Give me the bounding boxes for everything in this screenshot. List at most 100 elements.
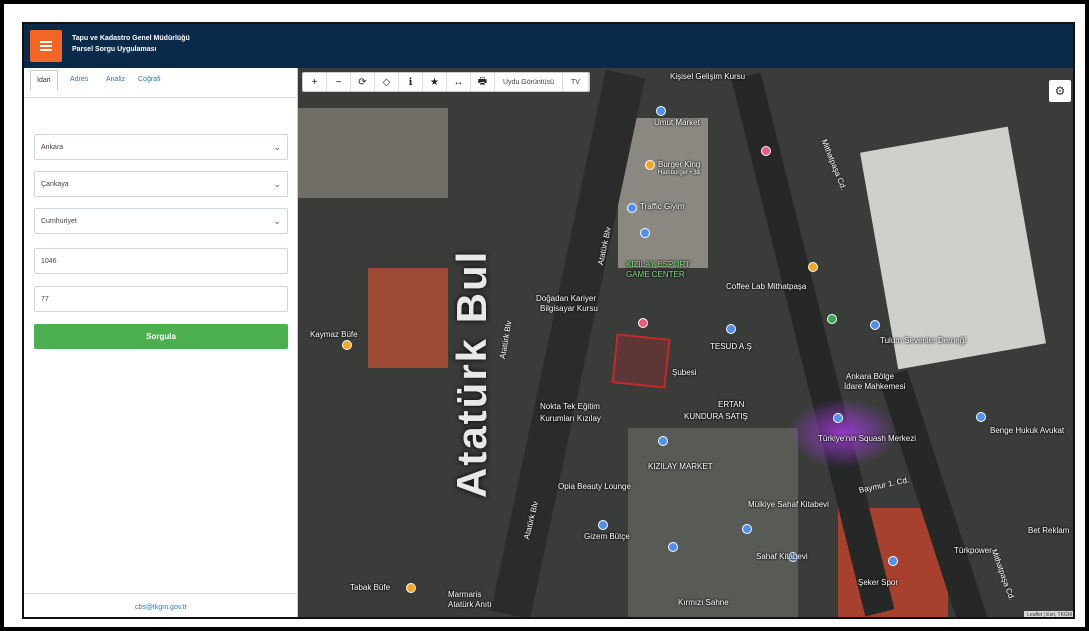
map-pin-icon[interactable] [598,520,608,530]
locate-icon[interactable]: ◇ [375,73,399,91]
app-title-line2: Parsel Sorgu Uygulaması [72,46,157,53]
map-pin-icon[interactable] [645,160,655,170]
street-label-baymur: Baymur 1. Cd. [858,475,910,495]
tab-idari[interactable]: İdari [30,70,58,91]
poi-label: Coffee Lab Mithatpaşa [726,282,807,291]
block-input[interactable]: 1046 [34,248,288,274]
screenshot-frame: Tapu ve Kadastro Genel Müdürlüğü Parsel … [0,0,1089,631]
map-pin-icon[interactable] [726,324,736,334]
poi-label: Atatürk Anıtı [448,600,492,609]
map-pin-icon[interactable] [658,436,668,446]
zoom-in-button[interactable]: + [303,73,327,91]
print-icon[interactable]: 🖶 [471,73,495,91]
poi-label: Kurumları Kızılay [540,414,601,423]
map-pin-icon[interactable] [742,524,752,534]
map-pin-icon[interactable] [406,583,416,593]
poi-label: Bet Reklam [1028,526,1070,535]
poi-label: Kaymaz Büfe [310,330,358,339]
map-pin-icon[interactable] [668,542,678,552]
map-pin-icon[interactable] [761,146,771,156]
street-label-ataturk-bul: Atatürk Bul [448,249,495,498]
poi-label: Marmaris [448,590,482,599]
poi-label: Bilgisayar Kursu [540,304,598,313]
map-pin-icon[interactable] [827,314,837,324]
sidebar-tabs: İdari Adres Analiz Coğrafi [24,68,298,98]
map-pin-icon[interactable] [976,412,986,422]
poi-label: KIZILAY MARKET [648,462,713,471]
poi-label: Kırmızı Sahne [678,598,729,607]
measure-icon[interactable]: ↔ [447,73,471,91]
menu-icon [40,45,52,47]
poi-label: GAME CENTER [626,270,685,279]
poi-label: Türkpower [954,546,992,555]
poi-label: Nokta Tek Eğitim [540,402,600,411]
poi-label: Umut Market [654,118,700,127]
poi-label: Şeker Spor [858,578,899,587]
map-building [368,268,448,368]
neighborhood-value: Cumhuriyet [41,218,77,225]
selected-parcel-outline[interactable] [611,333,671,389]
hamburger-menu-button[interactable] [30,30,62,62]
poi-label: Sahaf Kitabevi [756,552,808,561]
poi-label: ERTAN [718,400,745,409]
zoom-out-button[interactable]: − [327,73,351,91]
map-pin-icon[interactable] [627,203,637,213]
chevron-down-icon: ⌄ [273,216,281,226]
app-window: Tapu ve Kadastro Genel Müdürlüğü Parsel … [22,22,1075,619]
block-value: 1046 [41,258,57,265]
street-label-ataturk-blv-1: Atatürk Blv [498,319,514,360]
gear-icon[interactable]: ⚙ [1049,80,1071,102]
refresh-icon[interactable]: ⟳ [351,73,375,91]
tab-analiz[interactable]: Analiz [106,76,125,83]
poi-label: Hamburger • $$ [658,170,701,176]
street-label-mithatpasa-2: Mithatpaşa Cd. [989,548,1017,602]
poi-label: Traffic Giyim [640,202,685,211]
footer-email-link[interactable]: cbs@tkgm.gov.tr [24,593,298,617]
chevron-down-icon: ⌄ [273,142,281,152]
map-pin-icon[interactable] [656,106,666,116]
poi-label: Kişisel Gelişim Kursu [670,72,746,81]
parcel-value: 77 [41,296,49,303]
map-pin-icon[interactable] [808,262,818,272]
layer-select[interactable]: Uydu Görüntüsü [495,73,563,91]
poi-label: TESUD A.Ş [710,342,752,351]
poi-label: Benge Hukuk Avukat [990,426,1065,435]
street-label-mithatpasa-1: Mithatpaşa Cd. [819,138,849,192]
parcel-input[interactable]: 77 [34,286,288,312]
poi-label: Tabak Büfe [350,583,391,592]
neighborhood-select[interactable]: Cumhuriyet ⌄ [34,208,288,234]
tab-adres[interactable]: Adres [70,76,88,83]
poi-label: Tulum Sevenler Derneği [880,336,966,345]
district-select[interactable]: Çankaya ⌄ [34,171,288,197]
poi-label: İdare Mahkemesi [844,382,906,391]
district-value: Çankaya [41,181,69,188]
map-toolbar: + − ⟳ ◇ ℹ ★ ↔ 🖶 Uydu Görüntüsü TV [302,72,590,92]
map-pin-icon[interactable] [640,228,650,238]
map-building [860,126,1046,370]
app-title-line1: Tapu ve Kadastro Genel Müdürlüğü [72,35,190,42]
poi-label: KUNDURA SATIŞ [684,412,748,421]
map-pin-icon[interactable] [638,318,648,328]
map-attribution: Leaflet | Esri, TKGM [1024,611,1073,617]
tv-button[interactable]: TV [563,73,589,91]
poi-label: Türkiye'nin Squash Merkezi [818,434,917,443]
top-bar: Tapu ve Kadastro Genel Müdürlüğü Parsel … [24,24,1073,68]
province-select[interactable]: Ankara ⌄ [34,134,288,160]
app-title: Tapu ve Kadastro Genel Müdürlüğü Parsel … [72,33,190,55]
highlight-overlay [788,398,898,468]
info-icon[interactable]: ℹ [399,73,423,91]
map-pin-icon[interactable] [342,340,352,350]
map-building [628,428,798,617]
query-button[interactable]: Sorgula [34,324,288,349]
poi-label: KIZILAY ESPORT [626,260,691,269]
map-pin-icon[interactable] [833,413,843,423]
poi-label: Mülkiye Sahaf Kitabevi [748,500,829,509]
sidebar: İdari Adres Analiz Coğrafi Ankara ⌄ Çank… [24,68,298,617]
map-pin-icon[interactable] [870,320,880,330]
poi-label: Opia Beauty Lounge [558,482,631,491]
poi-label: Ankara Bölge [846,372,895,381]
map-view[interactable]: Atatürk Bul Atatürk Blv Atatürk Blv Atat… [298,68,1073,617]
map-pin-icon[interactable] [888,556,898,566]
tab-cografi[interactable]: Coğrafi [138,76,161,83]
star-icon[interactable]: ★ [423,73,447,91]
